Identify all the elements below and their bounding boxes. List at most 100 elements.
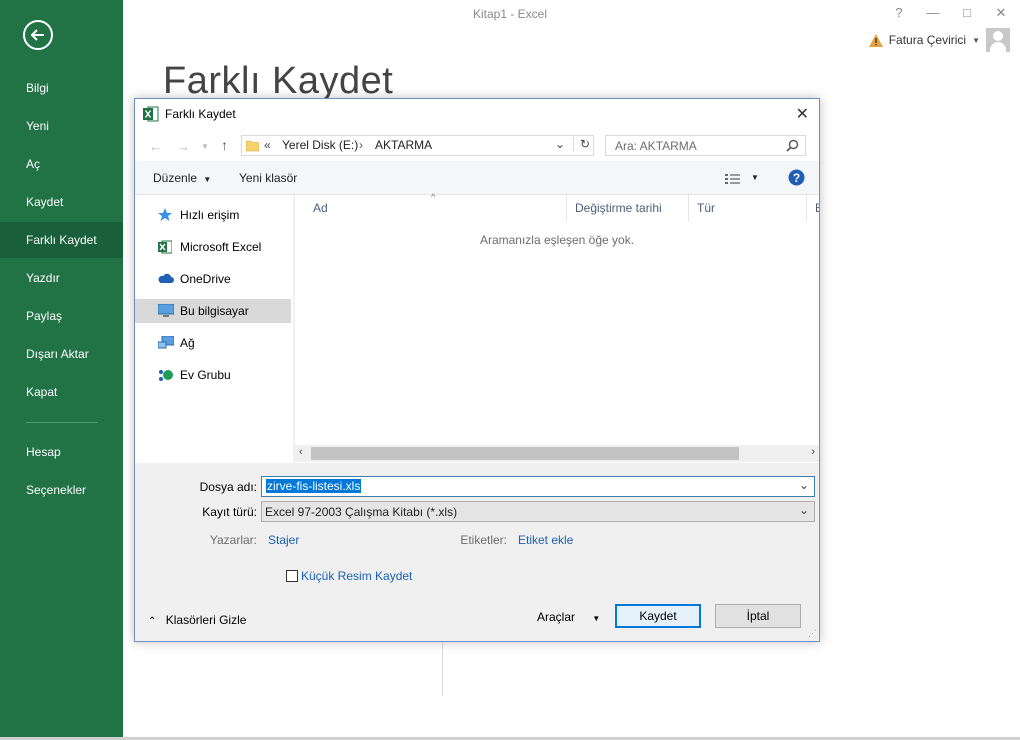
back-arrow-icon — [30, 29, 44, 41]
column-header-date[interactable]: Değiştirme tarihi — [567, 195, 689, 221]
avatar[interactable] — [986, 28, 1010, 52]
authors-label: Yazarlar: — [209, 533, 257, 547]
sidebar-item-paylas[interactable]: Paylaş — [0, 298, 123, 334]
refresh-icon[interactable]: ↻ — [573, 137, 590, 151]
nav-item-this-pc[interactable]: Bu bilgisayar — [135, 299, 291, 323]
file-list: ^ Ad Değiştirme tarihi Tür B Aramanızla … — [295, 192, 819, 463]
back-button[interactable] — [23, 20, 53, 50]
hide-folders-button[interactable]: ⌃ Klasörleri Gizle — [148, 613, 246, 627]
scroll-left-icon[interactable]: ‹ — [299, 446, 303, 458]
new-folder-button[interactable]: Yeni klasör — [239, 171, 297, 185]
filetype-value: Excel 97-2003 Çalışma Kitabı (*.xls) — [265, 505, 458, 519]
nav-item-network[interactable]: Ağ — [135, 331, 291, 355]
dialog-titlebar: Farklı Kaydet ✕ — [135, 99, 819, 129]
account-area[interactable]: Fatura Çevirici ▼ — [868, 28, 1010, 52]
sidebar-item-ac[interactable]: Aç — [0, 146, 123, 182]
chevron-down-icon[interactable]: ⌄ — [799, 503, 809, 517]
window-controls: ? — □ ✕ — [892, 5, 1008, 21]
excel-icon — [158, 240, 172, 254]
breadcrumb-folder[interactable]: AKTARMA — [375, 138, 432, 152]
tools-button[interactable]: Araçlar ▼ — [537, 610, 600, 624]
organize-button[interactable]: Düzenle ▼ — [153, 171, 211, 185]
sidebar-item-kapat[interactable]: Kapat — [0, 374, 123, 410]
star-icon — [158, 208, 172, 221]
column-header-type[interactable]: Tür — [689, 195, 807, 221]
filetype-select[interactable]: Excel 97-2003 Çalışma Kitabı (*.xls) ⌄ — [261, 501, 815, 522]
close-window-icon[interactable]: ✕ — [994, 5, 1008, 21]
sidebar-item-farkli-kaydet[interactable]: Farklı Kaydet — [0, 222, 123, 258]
page-title: Farklı Kaydet — [163, 60, 394, 102]
nav-item-label: Bu bilgisayar — [180, 304, 249, 318]
column-header-size[interactable]: B — [807, 195, 819, 221]
navigation-pane: Hızlı erişim Microsoft Excel OneDrive Bu… — [135, 195, 293, 463]
up-folder-icon[interactable]: ↑ — [221, 137, 228, 153]
chevron-down-icon[interactable]: ▼ — [972, 36, 980, 45]
nav-item-onedrive[interactable]: OneDrive — [135, 267, 291, 291]
maximize-icon[interactable]: □ — [960, 5, 974, 21]
chevron-down-icon: ▼ — [592, 614, 601, 623]
sidebar-item-yeni[interactable]: Yeni — [0, 108, 123, 144]
save-button[interactable]: Kaydet — [615, 604, 701, 628]
network-icon — [158, 336, 174, 349]
svg-text:?: ? — [793, 171, 800, 185]
help-icon[interactable]: ? — [892, 5, 906, 21]
nav-item-microsoft-excel[interactable]: Microsoft Excel — [135, 235, 291, 259]
address-bar[interactable]: « Yerel Disk (E:) › AKTARMA ⌄ ↻ — [241, 135, 594, 156]
filename-input[interactable]: zirve-fis-listesi.xls ⌄ — [261, 476, 815, 497]
command-bar: Düzenle ▼ Yeni klasör ▼ ? — [135, 161, 819, 195]
cloud-icon — [158, 273, 174, 283]
empty-message: Aramanızla eşleşen öğe yok. — [479, 233, 635, 247]
address-dropdown-icon[interactable]: ⌄ — [555, 137, 565, 151]
back-nav-icon[interactable]: ← — [149, 139, 162, 154]
divider — [442, 640, 443, 695]
nav-item-label: OneDrive — [180, 272, 231, 286]
breadcrumb-drive[interactable]: Yerel Disk (E:) — [282, 138, 358, 152]
minimize-icon[interactable]: — — [926, 5, 940, 21]
sidebar-item-kaydet[interactable]: Kaydet — [0, 184, 123, 220]
nav-item-quick-access[interactable]: Hızlı erişim — [135, 203, 291, 227]
sidebar-item-bilgi[interactable]: Bilgi — [0, 70, 123, 106]
view-options-icon[interactable] — [725, 174, 743, 184]
chevron-down-icon[interactable]: ⌄ — [799, 478, 809, 492]
backstage-sidebar: Bilgi Yeni Aç Kaydet Farklı Kaydet Yazdı… — [0, 0, 123, 740]
tools-label: Araçlar — [537, 610, 576, 624]
homegroup-icon — [159, 370, 173, 381]
resize-grip-icon[interactable]: ⋰ — [808, 628, 817, 639]
breadcrumb-separator-icon: › — [359, 138, 363, 152]
help-icon[interactable]: ? — [788, 169, 805, 186]
folder-icon — [246, 140, 259, 152]
excel-icon — [143, 106, 159, 122]
scrollbar-thumb[interactable] — [311, 447, 739, 460]
close-icon[interactable]: ✕ — [796, 104, 809, 124]
sidebar-item-secenekler[interactable]: Seçenekler — [0, 472, 123, 508]
sidebar-divider — [26, 422, 98, 423]
chevron-down-icon: ▼ — [203, 175, 212, 184]
navigation-bar: ← → ▼ ↑ « Yerel Disk (E:) › AKTARMA ⌄ ↻ — [135, 129, 819, 161]
column-header-name[interactable]: Ad — [305, 195, 567, 221]
sidebar-item-hesap[interactable]: Hesap — [0, 434, 123, 470]
thumbnail-label[interactable]: Küçük Resim Kaydet — [301, 569, 412, 583]
nav-item-label: Microsoft Excel — [180, 240, 262, 254]
recent-locations-icon[interactable]: ▼ — [201, 142, 209, 151]
sidebar-item-disari-aktar[interactable]: Dışarı Aktar — [0, 336, 123, 372]
search-box[interactable] — [605, 135, 806, 156]
search-input[interactable] — [613, 136, 787, 156]
breadcrumb-overflow[interactable]: « — [264, 138, 271, 152]
nav-item-homegroup[interactable]: Ev Grubu — [135, 363, 291, 387]
scroll-right-icon[interactable]: › — [811, 446, 815, 458]
authors-value[interactable]: Stajer — [268, 533, 299, 547]
filename-label: Dosya adı: — [199, 480, 257, 494]
organize-label: Düzenle — [153, 171, 198, 185]
hide-folders-label: Klasörleri Gizle — [165, 613, 247, 627]
nav-item-label: Ağ — [180, 336, 195, 350]
sidebar-item-yazdir[interactable]: Yazdır — [0, 260, 123, 296]
tags-value[interactable]: Etiket ekle — [518, 533, 573, 547]
nav-item-label: Ev Grubu — [180, 368, 231, 382]
cancel-button[interactable]: İptal — [715, 604, 801, 628]
horizontal-scrollbar[interactable]: ‹ › — [295, 445, 819, 462]
forward-nav-icon[interactable]: → — [177, 139, 190, 154]
dialog-title: Farklı Kaydet — [165, 107, 236, 121]
thumbnail-checkbox[interactable] — [286, 570, 298, 582]
search-icon[interactable] — [786, 139, 799, 152]
view-dropdown-icon[interactable]: ▼ — [751, 173, 759, 182]
